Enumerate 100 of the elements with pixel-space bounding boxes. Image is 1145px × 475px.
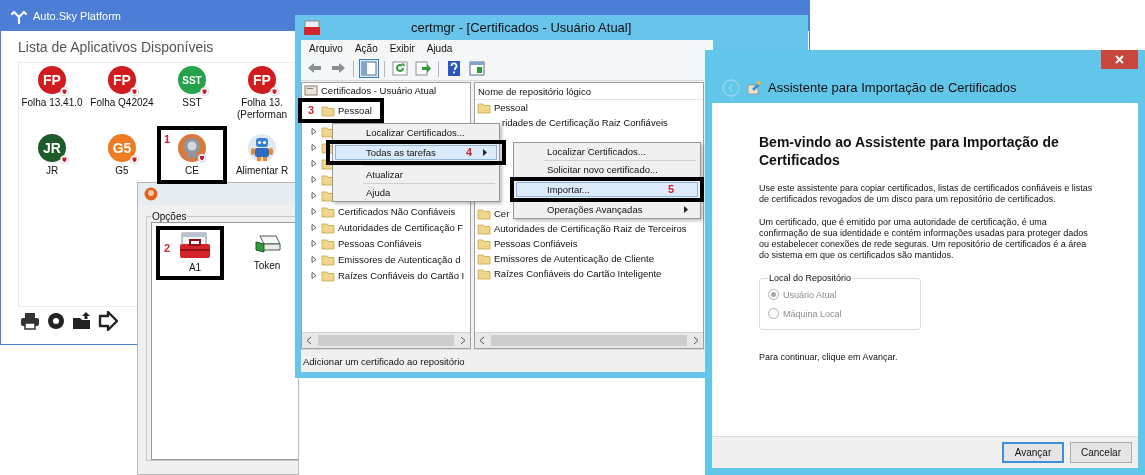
- app-tile[interactable]: FP Folha 13. (Performan: [237, 65, 287, 121]
- menu-item[interactable]: Atualizar: [335, 167, 497, 182]
- callout-number: 3: [308, 104, 315, 116]
- shield-icon: [130, 87, 139, 96]
- instruction-text: Para continuar, clique em Avançar.: [759, 352, 899, 363]
- list-item[interactable]: Pessoal: [494, 102, 528, 113]
- expand-arrow-icon[interactable]: [310, 238, 318, 248]
- paragraph: Use este assistente para copiar certificados, listas de certificados confiáveis e listas de certificados revogados de um disco para um repositório de certificados.: [759, 183, 1094, 205]
- tree-item[interactable]: Certificados Não Confiáveis: [338, 205, 456, 217]
- app-tile[interactable]: Alimentar R: [235, 133, 289, 177]
- window-title: Assistente para Importação de Certificados: [768, 80, 1017, 95]
- folder-upload-icon[interactable]: [72, 311, 92, 331]
- status-bar: Adicionar um certificado ao repositório: [301, 349, 707, 372]
- app-logo: FP: [38, 66, 66, 94]
- folder-icon: [321, 220, 335, 234]
- section-heading: Lista de Aplicativos Disponíveis: [18, 39, 214, 56]
- expand-arrow-icon[interactable]: [310, 254, 318, 264]
- expand-arrow-icon[interactable]: [310, 222, 318, 232]
- shield-icon: [60, 87, 69, 96]
- tree-item[interactable]: Pessoas Confiáveis: [338, 237, 422, 249]
- exit-icon[interactable]: [98, 311, 118, 331]
- tree-pane-icon[interactable]: [359, 59, 379, 78]
- expand-arrow-icon[interactable]: [310, 190, 318, 200]
- horizontal-scrollbar[interactable]: [475, 332, 703, 348]
- paragraph: Um certificado, que é emitido por uma autoridade de certificação, é uma confirmação de sua identidade e contém informações usadas para proteger dados ou estabelecer conexões de rede seguras. Um repositório de certificados é a área do sistema em que os certificados são mantidos.: [759, 217, 1089, 261]
- menu-item[interactable]: Localizar Certificados...: [335, 125, 497, 140]
- refresh-icon[interactable]: [390, 59, 410, 78]
- window-title: certmgr - [Certificados - Usuário Atual]: [411, 20, 632, 35]
- app-logo-icon: [144, 187, 158, 201]
- app-tile[interactable]: CE: [177, 133, 207, 177]
- folder-icon: [321, 204, 335, 218]
- expand-arrow-icon[interactable]: [310, 126, 318, 136]
- folder-icon: [321, 172, 335, 186]
- list-item[interactable]: Cer: [494, 208, 510, 219]
- printer-icon[interactable]: [20, 311, 40, 331]
- option-tile[interactable]: A1: [178, 232, 212, 273]
- seal-icon: [177, 133, 207, 163]
- menu-item[interactable]: Localizar Certificados...: [516, 144, 698, 159]
- export-icon[interactable]: [413, 59, 433, 78]
- app-logo: FP: [248, 66, 276, 94]
- group-label: Local do Repositório: [768, 273, 853, 283]
- callout-number: 1: [164, 133, 171, 145]
- app-logo-icon: [11, 8, 27, 24]
- settings-icon[interactable]: [46, 311, 66, 331]
- app-logo: SST: [178, 66, 206, 94]
- list-item[interactable]: Autoridades de Certificação Raiz de Terceiros: [494, 223, 687, 234]
- callout-number: 4: [465, 146, 472, 158]
- dialog-button[interactable]: Cancelar: [1070, 442, 1132, 463]
- tree-item[interactable]: Autoridades de Certificação F: [338, 221, 464, 233]
- tree-item[interactable]: Pessoal: [338, 105, 372, 116]
- folder-icon: [477, 207, 491, 220]
- menu-item[interactable]: Ação: [354, 43, 378, 54]
- close-button[interactable]: [1101, 50, 1138, 69]
- option-tile[interactable]: Token: [252, 232, 282, 271]
- menu-item[interactable]: Solicitar novo certificado...: [516, 162, 698, 177]
- shield-icon: [60, 155, 69, 164]
- list-item[interactable]: Pessoas Confiáveis: [494, 238, 578, 249]
- app-tile[interactable]: JR JR: [37, 133, 67, 177]
- page-heading: Bem-vindo ao Assistente para Importação de Certificados: [759, 133, 1059, 169]
- horizontal-scrollbar[interactable]: [302, 332, 470, 348]
- menu-item[interactable]: Arquivo: [309, 43, 343, 54]
- certificate-store-icon: [304, 84, 318, 97]
- folder-icon: [477, 101, 491, 114]
- expand-arrow-icon[interactable]: [310, 206, 318, 216]
- folder-icon: [321, 268, 335, 282]
- app-tile[interactable]: FP Folha Q42024: [90, 65, 154, 121]
- app-tile[interactable]: SST SST: [177, 65, 207, 121]
- callout-number: 2: [164, 242, 171, 254]
- menu-item[interactable]: Exibir: [389, 43, 415, 54]
- expand-arrow-icon[interactable]: [310, 142, 318, 152]
- menu-item[interactable]: Operações Avançadas: [516, 202, 698, 217]
- menu-item[interactable]: Ajuda: [426, 43, 453, 54]
- robot-icon: [247, 133, 277, 163]
- app-tile[interactable]: G5 G5: [107, 133, 137, 177]
- tree-item[interactable]: Certificados - Usuário Atual: [321, 85, 437, 96]
- folder-icon: [321, 188, 335, 202]
- toolbox-icon: [178, 232, 212, 260]
- list-item[interactable]: ridades de Certificação Raiz Confiáveis: [502, 117, 668, 128]
- dialog-button[interactable]: Avançar: [1002, 442, 1064, 463]
- list-item[interactable]: Raízes Confiáveis do Cartão Inteligente: [494, 268, 662, 279]
- pane-icon[interactable]: [467, 59, 487, 78]
- expand-arrow-icon[interactable]: [310, 158, 318, 168]
- toolbox-icon: [303, 19, 321, 36]
- folder-icon: [477, 237, 491, 250]
- folder-icon: [321, 236, 335, 250]
- shield-icon: [270, 87, 279, 96]
- menu-item[interactable]: Ajuda: [335, 185, 497, 200]
- folder-icon: [477, 267, 491, 280]
- list-item[interactable]: Emissores de Autenticação de Cliente: [494, 253, 654, 264]
- expand-arrow-icon[interactable]: [310, 270, 318, 280]
- app-logo: FP: [108, 66, 136, 94]
- folder-icon: [477, 252, 491, 265]
- tree-item[interactable]: Emissores de Autenticação d: [338, 253, 461, 265]
- expand-arrow-icon[interactable]: [310, 174, 318, 184]
- column-header[interactable]: Nome de repositório lógico: [475, 83, 703, 100]
- window-title: Auto.Sky Platform: [33, 10, 122, 22]
- app-tile[interactable]: FP Folha 13.41.0: [21, 65, 83, 121]
- tree-item[interactable]: Raízes Confiáveis do Cartão I: [338, 269, 465, 281]
- close-icon: [1115, 55, 1124, 64]
- folder-icon: [321, 124, 335, 138]
